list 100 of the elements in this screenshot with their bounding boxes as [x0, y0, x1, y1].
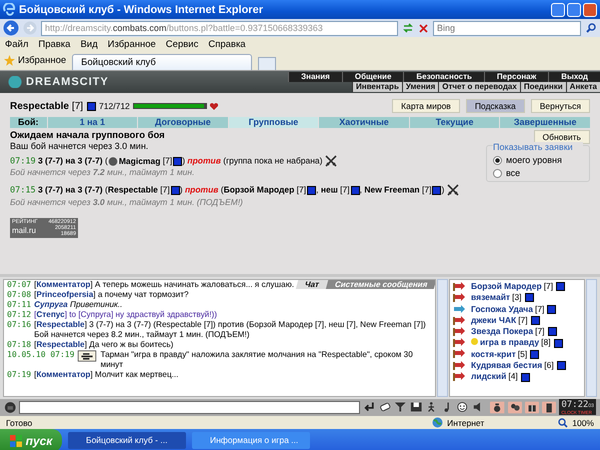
radio-label[interactable]: все	[506, 168, 520, 178]
user-name[interactable]: Звезда Покера	[471, 326, 534, 338]
game-button[interactable]: Вернуться	[530, 99, 590, 113]
minimize-button[interactable]	[551, 2, 565, 16]
message-time: 07:08	[7, 290, 32, 300]
info-icon[interactable]	[530, 350, 540, 359]
battle-text: )	[441, 184, 446, 194]
smiley-icon[interactable]	[456, 401, 469, 413]
user-name[interactable]: лидский	[471, 371, 506, 383]
info-icon[interactable]	[307, 186, 316, 195]
nav-link[interactable]: Отчет о переводах	[438, 82, 520, 92]
nav-link[interactable]: Поединки	[520, 82, 566, 92]
user-name[interactable]: Госпожа Удача	[471, 304, 533, 315]
eraser-icon[interactable]	[378, 401, 392, 413]
game-button[interactable]: Карта миров	[392, 99, 460, 113]
search-field[interactable]: Bing	[433, 20, 581, 36]
menu-item[interactable]: Файл	[5, 38, 28, 50]
refresh-icon[interactable]	[402, 22, 414, 34]
crossed-swords-icon[interactable]	[324, 155, 337, 167]
message-text: Тарман "игра в правду" наложила заклятие молчания на "Respectable", сроком 30 минут	[100, 350, 414, 370]
nav-link[interactable]: Инвентарь	[352, 82, 402, 92]
battle-tab[interactable]: 1 на 1	[46, 117, 138, 128]
user-name[interactable]: джеки ЧАК	[471, 314, 516, 326]
user-name[interactable]: Борзой Мародер	[471, 281, 542, 292]
player-level: [7]	[339, 184, 350, 194]
address-field[interactable]: http://dreamscity.combats.com/buttons.pl?battle=0.937150668339363	[41, 20, 398, 36]
filter-title: Показывать заявки	[493, 142, 583, 152]
chat-input[interactable]	[19, 400, 360, 414]
info-icon[interactable]	[524, 293, 534, 302]
close-button[interactable]	[583, 2, 597, 16]
favorites-button[interactable]: Избранное	[4, 55, 66, 66]
user-name[interactable]: костя-крит	[471, 348, 516, 360]
message-text: [Комментатор] А теперь можешь начинать жаловаться... я слушаю.	[34, 280, 296, 290]
info-icon[interactable]	[556, 361, 566, 370]
arrow-icon	[453, 338, 466, 348]
player-name[interactable]: Magicmag	[108, 156, 160, 166]
menu-item[interactable]: Справка	[208, 38, 246, 50]
battle-tab[interactable]: Текущие	[408, 117, 500, 128]
user-name[interactable]: игра в правду	[471, 337, 540, 349]
restore-button[interactable]	[567, 2, 581, 16]
hp-value: 712/712	[99, 101, 130, 111]
money-bag-icon[interactable]	[490, 400, 505, 414]
status-title: Ожидаем начала группового боя	[10, 130, 165, 141]
info-icon[interactable]	[87, 102, 96, 110]
battle-tabs-label: Бой:	[17, 117, 40, 128]
window-title: Бойцовский клуб - Windows Internet Explorer	[19, 4, 263, 16]
battle-text: 3 (7-7) на 3 (7-7) (	[38, 184, 108, 194]
game-button[interactable]: Подсказка	[466, 99, 525, 113]
browser-tab[interactable]: Бойцовский клуб	[72, 54, 252, 70]
enter-icon[interactable]	[363, 401, 376, 413]
user-level: [4]	[508, 371, 518, 383]
nav-link[interactable]: Анкета	[566, 82, 600, 92]
arrow-icon	[453, 292, 466, 303]
battle-tab[interactable]: Завершенные	[499, 117, 590, 128]
chat-tab[interactable]: Системные сообщения	[325, 280, 435, 289]
battle-tab[interactable]: Групповые	[228, 117, 318, 128]
menu-item[interactable]: Сервис	[166, 38, 198, 50]
player-name[interactable]: New Freeman	[364, 184, 420, 194]
filter-icon[interactable]	[394, 401, 407, 413]
info-icon[interactable]	[173, 156, 182, 166]
head-icon[interactable]	[4, 400, 16, 414]
save-icon[interactable]	[410, 401, 422, 413]
player-name[interactable]: Respectable	[10, 100, 69, 112]
status-text: Готово	[6, 418, 32, 428]
group-icon[interactable]	[508, 400, 522, 414]
player-level: [7]	[72, 100, 84, 112]
info-icon[interactable]	[520, 372, 530, 382]
nav-link[interactable]: Знания	[288, 72, 342, 82]
message-text: Супруга Приветиник..	[34, 300, 124, 310]
battle-text: (	[220, 184, 224, 194]
menu-item[interactable]: Избранное	[108, 38, 156, 50]
taskbar-button[interactable]: Бойцовский клуб - ...	[68, 432, 186, 449]
versus-label: против	[184, 184, 218, 194]
player-name[interactable]: Respectable	[108, 184, 158, 194]
user-name[interactable]: Кудрявая бестия	[471, 360, 542, 372]
menu-item[interactable]: Вид	[80, 38, 98, 50]
user-name[interactable]: вяземайт	[471, 292, 510, 304]
start-button[interactable]: пуск	[0, 429, 62, 450]
zoom-level[interactable]: 100%	[572, 418, 594, 428]
info-icon[interactable]	[170, 186, 180, 195]
menu-item[interactable]: Правка	[38, 38, 70, 50]
chat-tab[interactable]: Чат	[295, 280, 328, 289]
player-name[interactable]: неш	[320, 184, 338, 194]
radio-button[interactable]	[493, 168, 502, 178]
nav-link[interactable]: Умения	[402, 82, 438, 92]
scrollbar[interactable]	[437, 279, 448, 397]
info-icon[interactable]	[556, 282, 566, 292]
player-name[interactable]: Борзой Мародер	[224, 184, 294, 194]
info-icon[interactable]	[432, 186, 442, 195]
back-button[interactable]	[3, 20, 19, 36]
scrollbar[interactable]	[586, 279, 597, 397]
radio-button[interactable]	[493, 156, 502, 164]
message-time: 07:11	[7, 300, 32, 310]
search-icon[interactable]	[585, 22, 597, 34]
door-icon[interactable]	[542, 400, 556, 414]
battle-tab[interactable]: Хаотичные	[318, 117, 409, 128]
crossed-swords-icon[interactable]	[446, 184, 459, 196]
radio-label[interactable]: моего уровня	[506, 155, 562, 165]
stop-icon[interactable]	[418, 22, 429, 34]
info-icon[interactable]	[350, 186, 360, 195]
